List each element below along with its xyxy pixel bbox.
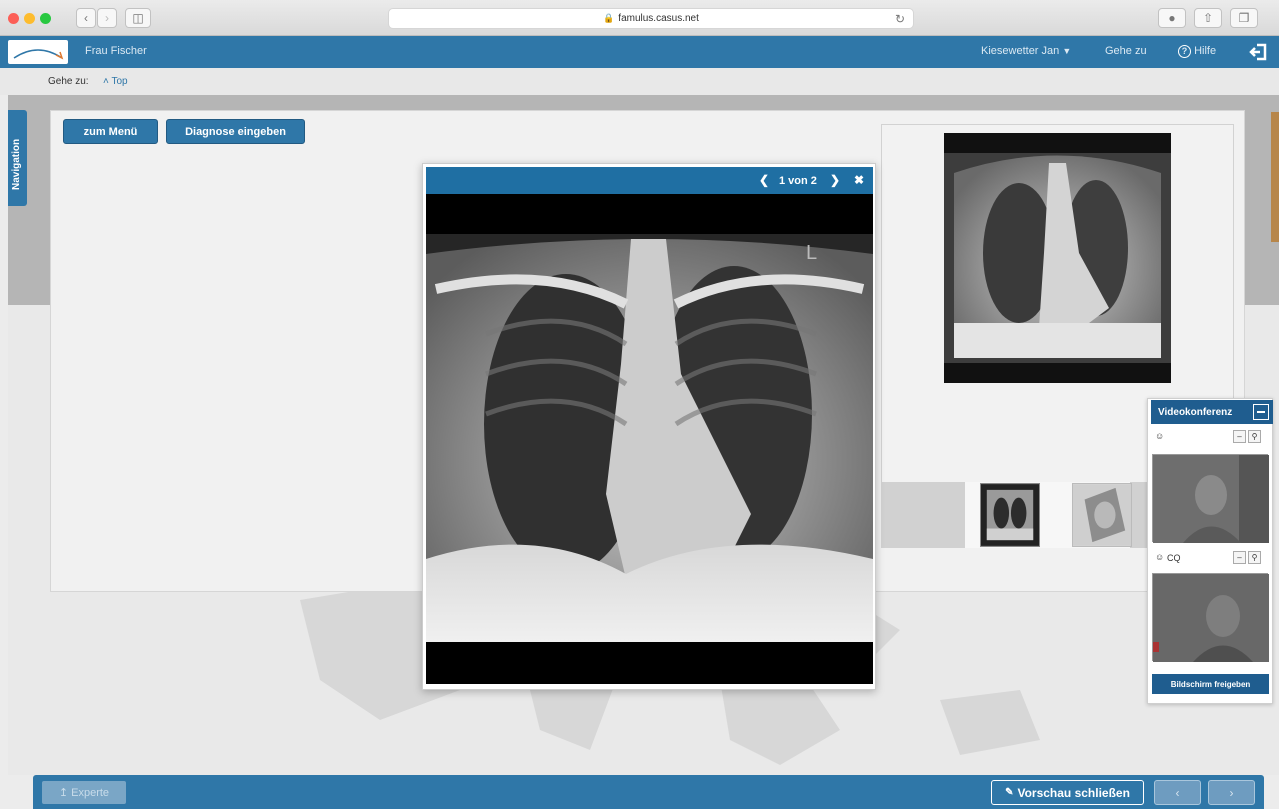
preview-xray-image[interactable] — [944, 133, 1171, 383]
video-conference-header: Videokonferenz — [1151, 400, 1273, 424]
participant-name: CQ — [1167, 553, 1181, 563]
close-preview-label: Vorschau schließen — [1017, 785, 1130, 800]
image-counter: 1 von 2 — [779, 175, 817, 187]
help-icon: ? — [1178, 45, 1191, 58]
previous-page-button[interactable]: ‹ — [1154, 780, 1201, 805]
mute-participant-button[interactable]: – — [1233, 551, 1246, 564]
browser-toolbar: ‹ › ◫ 🔒 famulus.casus.net ↻ ● ⇧ ❐ — [0, 0, 1279, 36]
expert-label: Experte — [71, 786, 110, 799]
video-conference-title: Videokonferenz — [1158, 407, 1233, 418]
close-window-icon[interactable] — [8, 13, 19, 24]
help-label: Hilfe — [1194, 45, 1217, 57]
sub-navigation-bar: Gehe zu: ˄ Top — [0, 68, 1279, 95]
chevron-up-icon: ˄ — [103, 76, 109, 87]
forward-button[interactable]: › — [97, 8, 117, 28]
image-viewer-toolbar: ❮ 1 von 2 ❯ ✖ — [426, 167, 873, 194]
navigation-label: Navigation — [11, 138, 22, 190]
top-link-label: Top — [111, 76, 128, 87]
chevron-down-icon: ▼ — [1062, 46, 1072, 56]
share-icon[interactable]: ⇧ — [1194, 8, 1222, 28]
lock-icon: 🔒 — [603, 13, 615, 23]
next-page-button[interactable]: › — [1208, 780, 1255, 805]
side-marker-text: L — [806, 242, 817, 264]
top-link[interactable]: ˄ Top — [103, 76, 128, 87]
back-button[interactable]: ‹ — [76, 8, 96, 28]
enter-diagnosis-button[interactable]: Diagnose eingeben — [166, 119, 305, 144]
casus-logo[interactable] — [8, 40, 68, 64]
minimize-window-icon[interactable] — [24, 13, 35, 24]
participant-video-1 — [1152, 454, 1269, 543]
close-preview-button[interactable]: ✎ Vorschau schließen — [991, 780, 1144, 805]
expert-button[interactable]: ↥ Experte — [42, 781, 126, 804]
participant-video-image-1 — [1153, 455, 1269, 543]
thumbnail-chest-xray-lateral[interactable] — [1072, 483, 1132, 547]
zoom-participant-icon[interactable]: ⚲ — [1248, 430, 1261, 443]
goto-label: Gehe zu: — [48, 76, 89, 87]
minimize-panel-button[interactable] — [1253, 404, 1269, 420]
app-header: Frau Fischer Kiesewetter Jan ▼ Gehe zu ?… — [0, 36, 1279, 68]
person-icon: ☺ — [1155, 431, 1165, 441]
reload-icon[interactable]: ↻ — [895, 12, 905, 26]
downloads-button[interactable]: ● — [1158, 8, 1186, 28]
close-viewer-icon[interactable]: ✖ — [854, 173, 864, 187]
url-text: famulus.casus.net — [618, 13, 699, 24]
participant-row-1: ☺ – ⚲ — [1151, 427, 1269, 447]
menu-button[interactable]: zum Menü — [63, 119, 158, 144]
participant-video-2 — [1152, 573, 1269, 662]
next-image-icon[interactable]: ❯ — [830, 173, 840, 187]
participant-video-image-2 — [1153, 574, 1269, 662]
maximize-window-icon[interactable] — [40, 13, 51, 24]
upload-icon: ↥ — [58, 787, 69, 799]
help-link[interactable]: ? Hilfe — [1178, 45, 1216, 58]
tabs-overview-icon[interactable]: ❐ — [1230, 8, 1258, 28]
share-screen-button[interactable]: Bildschirm freigeben — [1152, 674, 1269, 694]
person-icon: ☺ — [1155, 552, 1165, 562]
sidebar-toggle-button[interactable]: ◫ — [125, 8, 151, 28]
mute-participant-button[interactable]: – — [1233, 430, 1246, 443]
navigation-tab[interactable]: Navigation — [8, 110, 27, 206]
previous-image-icon[interactable]: ❮ — [759, 173, 769, 187]
zoom-participant-icon[interactable]: ⚲ — [1248, 551, 1261, 564]
goto-menu[interactable]: Gehe zu — [1105, 45, 1147, 57]
thumbnail-chest-xray-front[interactable] — [980, 483, 1040, 547]
address-bar[interactable]: 🔒 famulus.casus.net ↻ — [388, 8, 914, 29]
user-name: Kiesewetter Jan — [981, 45, 1060, 57]
participant-row-2: ☺ CQ – ⚲ — [1151, 548, 1269, 568]
user-menu[interactable]: Kiesewetter Jan ▼ — [981, 45, 1071, 57]
right-edge-tab[interactable] — [1271, 112, 1279, 242]
edit-icon: ✎ — [1005, 787, 1014, 798]
patient-name: Frau Fischer — [85, 45, 147, 57]
logout-icon[interactable] — [1249, 42, 1269, 62]
chest-xray-image[interactable]: L — [426, 194, 873, 684]
